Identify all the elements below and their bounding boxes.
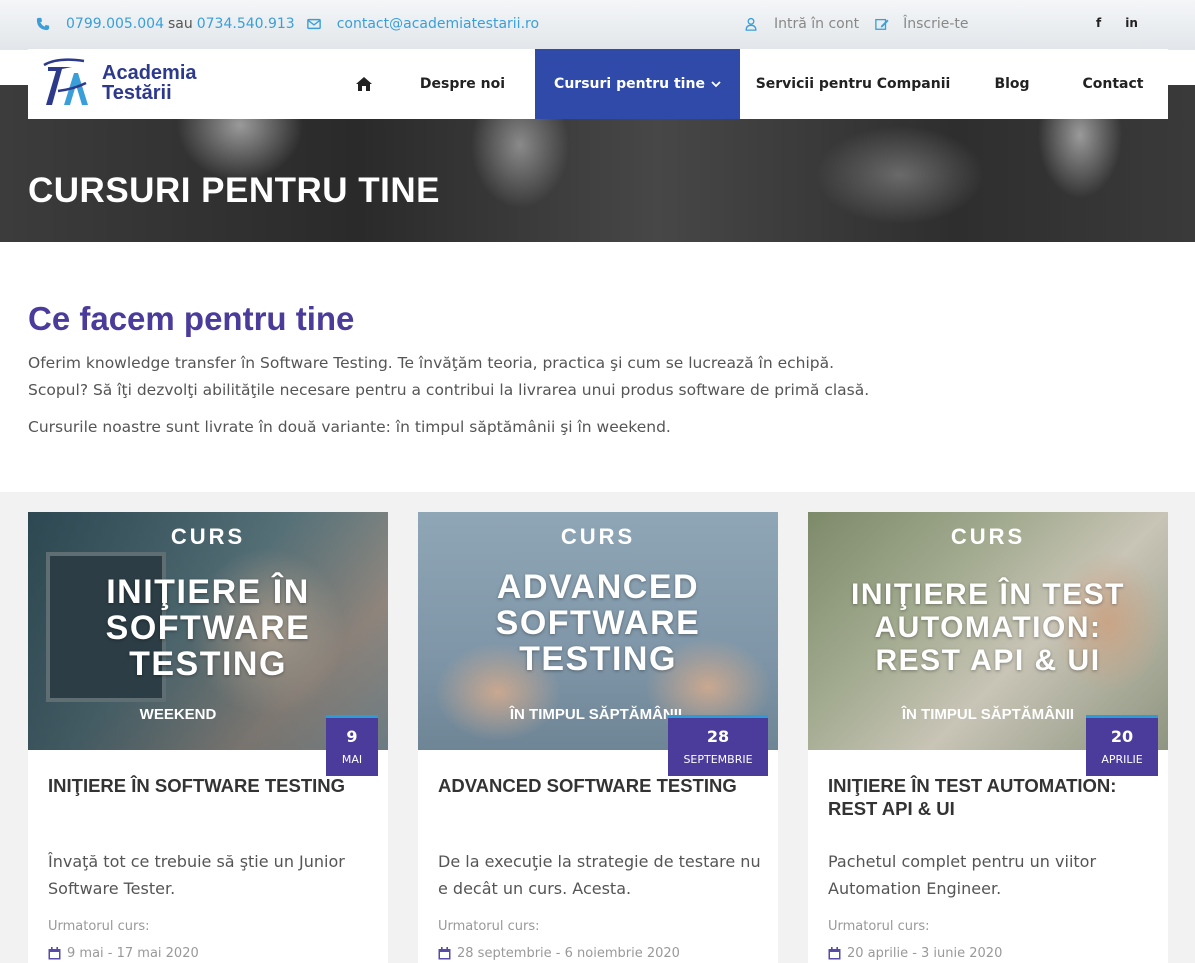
facebook-icon[interactable]: f — [1096, 16, 1101, 30]
edit-icon — [875, 18, 889, 30]
main-header: Academia Testării Despre noi Cursuri pen… — [28, 49, 1168, 119]
course-image-title-line: INIŢIERE ÎN TEST — [850, 578, 1126, 611]
course-dates: 28 septembrie - 6 noiembrie 2020 — [438, 946, 680, 961]
course-title[interactable]: INIŢIERE ÎN TEST AUTOMATION: REST API & … — [828, 774, 1148, 820]
logo-line-2: Testării — [102, 82, 172, 104]
intro-heading: Ce facem pentru tine — [28, 300, 355, 337]
course-image-title-line: TESTING — [129, 645, 287, 683]
email-link[interactable]: contact@academiatestarii.ro — [337, 16, 539, 32]
linkedin-icon[interactable]: in — [1125, 16, 1138, 30]
nav-despre-noi[interactable]: Despre noi — [390, 49, 535, 119]
page-title: CURSURI PENTRU TINE — [28, 171, 441, 210]
course-card[interactable]: CURS INIŢIERE ÎN TEST AUTOMATION: REST A… — [808, 512, 1168, 963]
logo[interactable]: Academia Testării — [38, 55, 208, 113]
course-dates: 9 mai - 17 mai 2020 — [48, 946, 199, 961]
phone-separator: sau — [167, 16, 193, 32]
logo-text: Academia Testării — [102, 63, 197, 103]
date-badge: 20 APRILIE — [1086, 715, 1158, 776]
nav-cursuri[interactable]: Cursuri pentru tine — [535, 49, 740, 119]
calendar-icon — [48, 947, 61, 960]
envelope-icon — [306, 18, 321, 30]
course-image-schedule: WEEKEND — [139, 706, 217, 723]
date-badge: 28 SEPTEMBRIE — [668, 715, 768, 776]
contact-info: 0799.005.004 sau 0734.540.913 contact@ac… — [36, 16, 539, 32]
course-card[interactable]: CURS INIŢIERE ÎN SOFTWARE TESTING WEEKEN… — [28, 512, 388, 963]
account-links: Intră în cont Înscrie-te — [744, 16, 969, 32]
next-course-label: Urmatorul curs: — [438, 919, 540, 934]
user-icon — [745, 17, 757, 31]
course-date-range: 20 aprilie - 3 iunie 2020 — [847, 946, 1003, 961]
signup-link[interactable]: Înscrie-te — [903, 16, 968, 32]
course-date-range: 9 mai - 17 mai 2020 — [67, 946, 199, 961]
phone-link-1[interactable]: 0799.005.004 — [66, 16, 164, 32]
course-image-title-line: INIŢIERE ÎN — [106, 573, 310, 611]
nav-blog[interactable]: Blog — [966, 49, 1058, 119]
course-description: Învaţă tot ce trebuie să ştie un Junior … — [48, 852, 345, 898]
course-image-title-line: REST API & UI — [875, 644, 1101, 677]
date-day: 20 — [1110, 727, 1134, 746]
course-image-title: ADVANCED SOFTWARE TESTING — [428, 569, 768, 677]
nav-home[interactable] — [338, 49, 390, 119]
calendar-icon — [438, 947, 451, 960]
course-title[interactable]: ADVANCED SOFTWARE TESTING — [438, 774, 758, 797]
chevron-down-icon — [711, 81, 721, 88]
course-image-title-line: AUTOMATION: — [874, 611, 1102, 644]
home-icon — [356, 77, 372, 91]
date-month: MAI — [341, 753, 363, 766]
course-title[interactable]: INIŢIERE ÎN SOFTWARE TESTING — [48, 774, 368, 797]
course-image-label: CURS — [560, 524, 636, 549]
intro-line-3: Cursurile noastre sunt livrate în două v… — [28, 418, 671, 436]
course-image-title-line: TESTING — [519, 640, 677, 678]
course-dates: 20 aprilie - 3 iunie 2020 — [828, 946, 1002, 961]
course-description: De la execuţie la strategie de testare n… — [438, 852, 761, 898]
top-bar: 0799.005.004 sau 0734.540.913 contact@ac… — [0, 0, 1195, 50]
next-course-label: Urmatorul curs: — [48, 919, 150, 934]
date-day: 28 — [706, 727, 730, 746]
course-image-title-line: SOFTWARE — [495, 604, 701, 642]
social-links: f in — [1096, 16, 1138, 30]
main-nav: Despre noi Cursuri pentru tine Servicii … — [338, 49, 1168, 119]
course-date-range: 28 septembrie - 6 noiembrie 2020 — [457, 946, 680, 961]
phone-icon — [36, 17, 50, 31]
nav-servicii[interactable]: Servicii pentru Companii — [740, 49, 966, 119]
date-day: 9 — [346, 727, 358, 746]
logo-mark-icon — [43, 58, 88, 105]
date-month: SEPTEMBRIE — [683, 753, 753, 766]
course-image-title: INIŢIERE ÎN SOFTWARE TESTING — [38, 574, 378, 682]
calendar-icon — [828, 947, 841, 960]
course-card[interactable]: CURS ADVANCED SOFTWARE TESTING ÎN TIMPUL… — [418, 512, 778, 963]
date-month: APRILIE — [1101, 753, 1143, 766]
next-course-label: Urmatorul curs: — [828, 919, 930, 934]
date-badge: 9 MAI — [326, 715, 378, 776]
logo-line-1: Academia — [102, 62, 197, 84]
login-link[interactable]: Intră în cont — [774, 16, 859, 32]
intro-line-2: Scopul? Să îţi dezvolţi abilităţile nece… — [28, 381, 870, 399]
course-image-title: INIŢIERE ÎN TEST AUTOMATION: REST API & … — [818, 578, 1158, 677]
nav-contact[interactable]: Contact — [1058, 49, 1168, 119]
course-image-title-line: ADVANCED — [496, 568, 700, 606]
course-image-label: CURS — [950, 524, 1026, 549]
course-image-title-line: SOFTWARE — [105, 609, 311, 647]
intro-line-1: Oferim knowledge transfer în Software Te… — [28, 354, 835, 372]
course-image-label: CURS — [170, 524, 246, 549]
nav-cursuri-label: Cursuri pentru tine — [554, 76, 705, 92]
phone-link-2[interactable]: 0734.540.913 — [197, 16, 295, 32]
course-description: Pachetul complet pentru un viitor Automa… — [828, 852, 1097, 898]
